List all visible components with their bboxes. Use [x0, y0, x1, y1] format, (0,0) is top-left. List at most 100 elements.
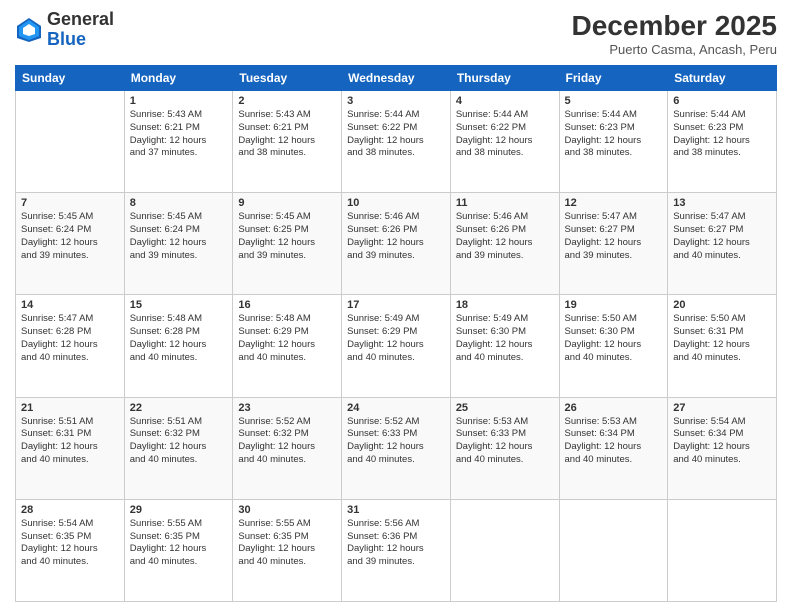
- day-number: 1: [130, 95, 228, 107]
- day-info: Sunrise: 5:46 AM Sunset: 6:26 PM Dayligh…: [456, 211, 554, 262]
- day-cell: 20 Sunrise: 5:50 AM Sunset: 6:31 PM Dayli…: [668, 295, 777, 397]
- week-row-2: 7Sunrise: 5:45 AM Sunset: 6:24 PM Daylig…: [16, 193, 777, 295]
- day-number: 29: [130, 504, 228, 516]
- day-number: 9: [238, 197, 336, 209]
- day-info: Sunrise: 5:46 AM Sunset: 6:26 PM Dayligh…: [347, 211, 445, 262]
- day-number: 21: [21, 402, 119, 414]
- day-number: 28: [21, 504, 119, 516]
- day-cell: 18Sunrise: 5:49 AM Sunset: 6:30 PM Dayli…: [450, 295, 559, 397]
- day-number: 8: [130, 197, 228, 209]
- day-cell: 4 Sunrise: 5:44 AM Sunset: 6:22 PM Daylig…: [450, 91, 559, 193]
- day-info: Sunrise: 5:50 AM Sunset: 6:31 PM Dayligh…: [673, 313, 771, 364]
- logo-general: General: [47, 10, 114, 30]
- week-row-1: 1 Sunrise: 5:43 AM Sunset: 6:21 PM Daylig…: [16, 91, 777, 193]
- day-number: 13: [673, 197, 771, 209]
- day-header-wednesday: Wednesday: [342, 66, 451, 91]
- day-info: Sunrise: 5:56 AM Sunset: 6:36 PM Dayligh…: [347, 518, 445, 569]
- day-number: 17: [347, 299, 445, 311]
- day-cell: [16, 91, 125, 193]
- day-cell: 24 Sunrise: 5:52 AM Sunset: 6:33 PM Dayli…: [342, 397, 451, 499]
- day-cell: 30Sunrise: 5:55 AM Sunset: 6:35 PM Dayli…: [233, 499, 342, 601]
- day-cell: 5 Sunrise: 5:44 AM Sunset: 6:23 PM Daylig…: [559, 91, 668, 193]
- day-info: Sunrise: 5:49 AM Sunset: 6:29 PM Dayligh…: [347, 313, 445, 364]
- day-cell: 6Sunrise: 5:44 AM Sunset: 6:23 PM Daylig…: [668, 91, 777, 193]
- day-number: 12: [565, 197, 663, 209]
- header-row: SundayMondayTuesdayWednesdayThursdayFrid…: [16, 66, 777, 91]
- day-number: 16: [238, 299, 336, 311]
- day-info: Sunrise: 5:50 AM Sunset: 6:30 PM Dayligh…: [565, 313, 663, 364]
- logo-blue: Blue: [47, 30, 114, 50]
- day-header-tuesday: Tuesday: [233, 66, 342, 91]
- day-info: Sunrise: 5:51 AM Sunset: 6:31 PM Dayligh…: [21, 416, 119, 467]
- day-header-sunday: Sunday: [16, 66, 125, 91]
- day-cell: 3Sunrise: 5:44 AM Sunset: 6:22 PM Daylig…: [342, 91, 451, 193]
- day-cell: 12 Sunrise: 5:47 AM Sunset: 6:27 PM Dayli…: [559, 193, 668, 295]
- header: General Blue December 2025 Puerto Casma,…: [15, 10, 777, 57]
- day-header-saturday: Saturday: [668, 66, 777, 91]
- day-number: 22: [130, 402, 228, 414]
- day-number: 2: [238, 95, 336, 107]
- day-info: Sunrise: 5:54 AM Sunset: 6:34 PM Dayligh…: [673, 416, 771, 467]
- day-cell: 28 Sunrise: 5:54 AM Sunset: 6:35 PM Dayli…: [16, 499, 125, 601]
- calendar: SundayMondayTuesdayWednesdayThursdayFrid…: [15, 65, 777, 602]
- day-number: 19: [565, 299, 663, 311]
- day-number: 26: [565, 402, 663, 414]
- day-cell: 31 Sunrise: 5:56 AM Sunset: 6:36 PM Dayli…: [342, 499, 451, 601]
- day-cell: 16 Sunrise: 5:48 AM Sunset: 6:29 PM Dayli…: [233, 295, 342, 397]
- day-header-friday: Friday: [559, 66, 668, 91]
- day-cell: 8 Sunrise: 5:45 AM Sunset: 6:24 PM Daylig…: [124, 193, 233, 295]
- title-area: December 2025 Puerto Casma, Ancash, Peru: [572, 10, 777, 57]
- day-number: 25: [456, 402, 554, 414]
- day-number: 15: [130, 299, 228, 311]
- day-cell: [450, 499, 559, 601]
- day-info: Sunrise: 5:55 AM Sunset: 6:35 PM Dayligh…: [130, 518, 228, 569]
- day-cell: 19 Sunrise: 5:50 AM Sunset: 6:30 PM Dayli…: [559, 295, 668, 397]
- day-info: Sunrise: 5:48 AM Sunset: 6:28 PM Dayligh…: [130, 313, 228, 364]
- day-number: 4: [456, 95, 554, 107]
- day-number: 6: [673, 95, 771, 107]
- day-header-thursday: Thursday: [450, 66, 559, 91]
- day-cell: 15 Sunrise: 5:48 AM Sunset: 6:28 PM Dayli…: [124, 295, 233, 397]
- day-info: Sunrise: 5:53 AM Sunset: 6:33 PM Dayligh…: [456, 416, 554, 467]
- day-number: 27: [673, 402, 771, 414]
- day-info: Sunrise: 5:47 AM Sunset: 6:27 PM Dayligh…: [673, 211, 771, 262]
- page: General Blue December 2025 Puerto Casma,…: [0, 0, 792, 612]
- day-number: 5: [565, 95, 663, 107]
- day-info: Sunrise: 5:45 AM Sunset: 6:25 PM Dayligh…: [238, 211, 336, 262]
- day-cell: 21 Sunrise: 5:51 AM Sunset: 6:31 PM Dayli…: [16, 397, 125, 499]
- logo-icon: [15, 16, 43, 44]
- day-info: Sunrise: 5:44 AM Sunset: 6:22 PM Dayligh…: [347, 109, 445, 160]
- day-cell: 25 Sunrise: 5:53 AM Sunset: 6:33 PM Dayli…: [450, 397, 559, 499]
- day-number: 31: [347, 504, 445, 516]
- week-row-5: 28 Sunrise: 5:54 AM Sunset: 6:35 PM Dayli…: [16, 499, 777, 601]
- day-cell: 14Sunrise: 5:47 AM Sunset: 6:28 PM Dayli…: [16, 295, 125, 397]
- day-info: Sunrise: 5:52 AM Sunset: 6:33 PM Dayligh…: [347, 416, 445, 467]
- day-info: Sunrise: 5:48 AM Sunset: 6:29 PM Dayligh…: [238, 313, 336, 364]
- day-cell: [668, 499, 777, 601]
- day-cell: 23Sunrise: 5:52 AM Sunset: 6:32 PM Dayli…: [233, 397, 342, 499]
- day-info: Sunrise: 5:47 AM Sunset: 6:27 PM Dayligh…: [565, 211, 663, 262]
- day-info: Sunrise: 5:44 AM Sunset: 6:22 PM Dayligh…: [456, 109, 554, 160]
- logo: General Blue: [15, 10, 114, 50]
- logo-text: General Blue: [47, 10, 114, 50]
- day-number: 24: [347, 402, 445, 414]
- day-info: Sunrise: 5:44 AM Sunset: 6:23 PM Dayligh…: [565, 109, 663, 160]
- day-cell: 26Sunrise: 5:53 AM Sunset: 6:34 PM Dayli…: [559, 397, 668, 499]
- subtitle: Puerto Casma, Ancash, Peru: [572, 42, 777, 57]
- week-row-4: 21 Sunrise: 5:51 AM Sunset: 6:31 PM Dayli…: [16, 397, 777, 499]
- day-info: Sunrise: 5:47 AM Sunset: 6:28 PM Dayligh…: [21, 313, 119, 364]
- day-info: Sunrise: 5:45 AM Sunset: 6:24 PM Dayligh…: [130, 211, 228, 262]
- day-cell: 7Sunrise: 5:45 AM Sunset: 6:24 PM Daylig…: [16, 193, 125, 295]
- day-number: 20: [673, 299, 771, 311]
- day-cell: 1Sunrise: 5:43 AM Sunset: 6:21 PM Daylig…: [124, 91, 233, 193]
- day-cell: 17 Sunrise: 5:49 AM Sunset: 6:29 PM Dayli…: [342, 295, 451, 397]
- day-number: 11: [456, 197, 554, 209]
- day-info: Sunrise: 5:54 AM Sunset: 6:35 PM Dayligh…: [21, 518, 119, 569]
- day-info: Sunrise: 5:43 AM Sunset: 6:21 PM Dayligh…: [238, 109, 336, 160]
- day-cell: 22Sunrise: 5:51 AM Sunset: 6:32 PM Dayli…: [124, 397, 233, 499]
- day-info: Sunrise: 5:45 AM Sunset: 6:24 PM Dayligh…: [21, 211, 119, 262]
- day-number: 30: [238, 504, 336, 516]
- day-number: 18: [456, 299, 554, 311]
- week-row-3: 14Sunrise: 5:47 AM Sunset: 6:28 PM Dayli…: [16, 295, 777, 397]
- day-cell: [559, 499, 668, 601]
